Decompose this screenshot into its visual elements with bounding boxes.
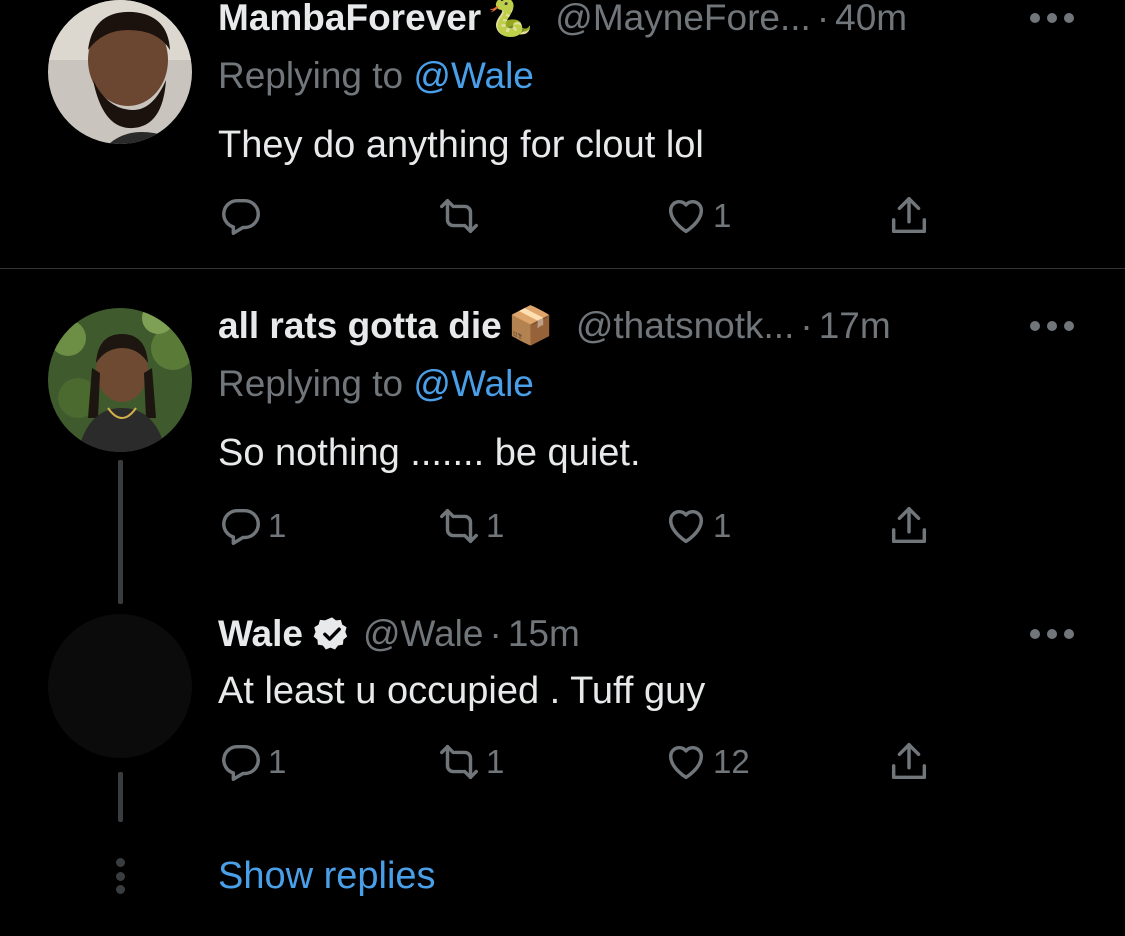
tweet-wale[interactable]: Wale @Wale · 15m At least u occupied . T… <box>0 600 1125 840</box>
thread-connector-line <box>118 772 123 822</box>
display-name[interactable]: MambaForever <box>218 0 481 40</box>
like-button[interactable]: 1 <box>663 502 731 550</box>
share-icon <box>886 739 932 785</box>
tweet-header: all rats gotta die 📦 @thatsnotk... · 17m <box>218 304 1065 348</box>
more-icon[interactable] <box>1030 8 1074 28</box>
retweet-icon <box>436 193 482 239</box>
reply-button[interactable]: 1 <box>218 502 286 550</box>
tweet-text: They do anything for clout lol <box>218 124 704 166</box>
display-name[interactable]: Wale <box>218 612 303 656</box>
avatar[interactable] <box>48 308 192 452</box>
retweet-count: 1 <box>486 507 505 544</box>
reply-button[interactable]: 1 <box>218 738 286 786</box>
username[interactable]: @thatsnotk... <box>576 304 795 348</box>
tweet-mambaforever[interactable]: MambaForever 🐍 @MayneFore... · 40m Reply… <box>0 0 1125 268</box>
tweet-actions: 1 <box>218 192 958 240</box>
tweet-actions: 1 1 1 <box>218 502 958 550</box>
replying-prefix: Replying to <box>218 55 414 96</box>
tweet-header: Wale @Wale · 15m <box>218 612 1065 656</box>
like-icon <box>663 503 709 549</box>
tweet-actions: 1 1 12 <box>218 738 958 786</box>
replying-prefix: Replying to <box>218 363 414 404</box>
like-icon <box>663 739 709 785</box>
tweet-divider <box>0 268 1125 269</box>
share-icon <box>886 503 932 549</box>
replying-to: Replying to @Wale <box>218 362 534 406</box>
more-icon[interactable] <box>1030 624 1074 644</box>
reply-icon <box>218 503 264 549</box>
retweet-button[interactable]: 1 <box>436 502 504 550</box>
tweet-text: At least u occupied . Tuff guy <box>218 670 706 712</box>
username[interactable]: @MayneFore... <box>555 0 811 40</box>
tweet-text: So nothing ....... be quiet. <box>218 432 641 474</box>
retweet-button[interactable]: 1 <box>436 738 504 786</box>
box-trap-emoji: 📦 <box>507 305 554 346</box>
retweet-count: 1 <box>486 743 505 780</box>
separator-dot: · <box>489 613 502 654</box>
reply-icon <box>218 739 264 785</box>
like-count: 1 <box>713 197 732 234</box>
replying-mention-link[interactable]: @Wale <box>413 363 534 404</box>
thread-connector-line <box>118 460 123 604</box>
reply-count: 1 <box>268 743 287 780</box>
reply-icon <box>218 193 264 239</box>
more-icon[interactable] <box>1030 316 1074 336</box>
show-replies-link[interactable]: Show replies <box>218 852 436 900</box>
separator-dot: · <box>800 305 813 346</box>
thread-dots-icon <box>113 858 127 894</box>
tweet-all-rats-gotta-die[interactable]: all rats gotta die 📦 @thatsnotk... · 17m… <box>0 270 1125 600</box>
verified-badge-icon <box>313 615 351 653</box>
reply-count: 1 <box>268 507 287 544</box>
replying-mention-link[interactable]: @Wale <box>413 55 534 96</box>
retweet-icon <box>436 503 482 549</box>
share-button[interactable] <box>886 738 932 786</box>
like-button[interactable]: 1 <box>663 192 731 240</box>
avatar[interactable] <box>48 614 192 758</box>
username[interactable]: @Wale <box>363 612 484 656</box>
share-button[interactable] <box>886 502 932 550</box>
retweet-button[interactable] <box>436 192 486 240</box>
like-count: 1 <box>713 507 732 544</box>
reply-button[interactable] <box>218 192 268 240</box>
share-button[interactable] <box>886 192 932 240</box>
timestamp[interactable]: 17m <box>819 304 891 348</box>
like-count: 12 <box>713 743 750 780</box>
share-icon <box>886 193 932 239</box>
like-icon <box>663 193 709 239</box>
avatar[interactable] <box>48 0 192 144</box>
retweet-icon <box>436 739 482 785</box>
timestamp[interactable]: 15m <box>508 612 580 656</box>
tweet-header: MambaForever 🐍 @MayneFore... · 40m <box>218 0 1065 40</box>
replying-to: Replying to @Wale <box>218 54 534 98</box>
timestamp[interactable]: 40m <box>835 0 907 40</box>
snake-emoji: 🐍 <box>487 0 534 38</box>
separator-dot: · <box>816 0 830 38</box>
display-name[interactable]: all rats gotta die <box>218 304 502 348</box>
like-button[interactable]: 12 <box>663 738 750 786</box>
